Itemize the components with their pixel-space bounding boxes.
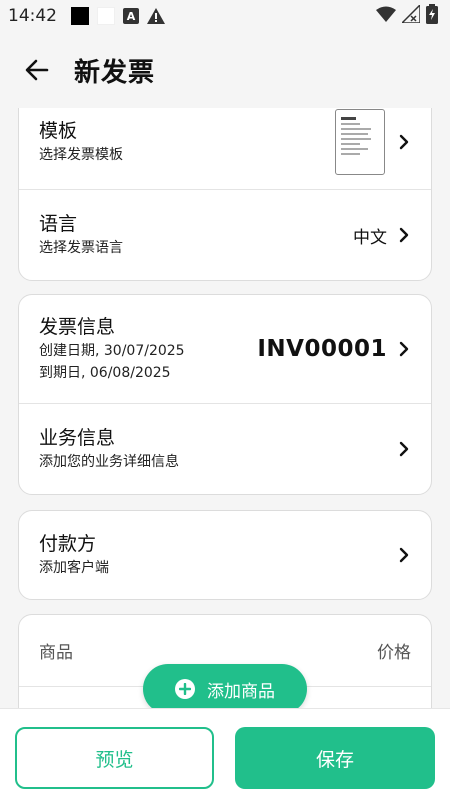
template-row[interactable]: 模板 选择发票模板 bbox=[19, 108, 431, 190]
payer-subtitle: 添加客户端 bbox=[39, 560, 109, 576]
business-info-title: 业务信息 bbox=[39, 427, 116, 449]
language-subtitle: 选择发票语言 bbox=[39, 240, 123, 256]
template-subtitle: 选择发票模板 bbox=[39, 147, 123, 163]
created-date: 创建日期, 30/07/2025 bbox=[39, 343, 185, 359]
chevron-right-icon bbox=[397, 339, 411, 359]
arrow-back-icon bbox=[25, 59, 49, 81]
invoice-card: 发票信息 创建日期, 30/07/2025 到期日, 06/08/2025 IN… bbox=[18, 294, 432, 495]
invoice-number: INV00001 bbox=[257, 336, 387, 362]
battery-charging-icon bbox=[426, 3, 438, 29]
status-time: 14:42 bbox=[8, 6, 57, 26]
business-info-subtitle: 添加您的业务详细信息 bbox=[39, 454, 179, 470]
form-content[interactable]: 模板 选择发票模板 语言 选择发票语言 中文 发票信息 创建日期, 30/07/… bbox=[0, 108, 450, 708]
chevron-right-icon bbox=[397, 545, 411, 565]
template-thumbnail bbox=[335, 109, 385, 175]
no-signal-icon bbox=[400, 2, 421, 28]
back-button[interactable] bbox=[20, 53, 54, 87]
wifi-icon bbox=[376, 6, 396, 27]
template-card: 模板 选择发票模板 语言 选择发票语言 中文 bbox=[18, 108, 432, 281]
warning-icon bbox=[147, 8, 165, 24]
column-product: 商品 bbox=[39, 643, 73, 663]
add-product-label: 添加商品 bbox=[207, 681, 275, 702]
page-title: 新发票 bbox=[74, 57, 156, 88]
invoice-info-row[interactable]: 发票信息 创建日期, 30/07/2025 到期日, 06/08/2025 IN… bbox=[19, 295, 431, 404]
app-bar: 新发票 bbox=[0, 32, 450, 108]
payer-row[interactable]: 付款方 添加客户端 bbox=[19, 511, 431, 599]
invoice-info-title: 发票信息 bbox=[39, 316, 116, 338]
language-value: 中文 bbox=[353, 227, 387, 248]
preview-button[interactable]: 预览 bbox=[15, 727, 214, 789]
column-price: 价格 bbox=[377, 643, 411, 663]
plus-circle-icon bbox=[175, 679, 195, 699]
add-product-button[interactable]: 添加商品 bbox=[143, 664, 307, 714]
due-date: 到期日, 06/08/2025 bbox=[39, 365, 171, 381]
payer-title: 付款方 bbox=[39, 533, 97, 555]
payer-card: 付款方 添加客户端 bbox=[18, 510, 432, 600]
status-bar: 14:42 A bbox=[0, 0, 450, 32]
bottom-action-bar: 预览 保存 bbox=[0, 708, 450, 800]
chevron-right-icon bbox=[397, 225, 411, 245]
chevron-right-icon bbox=[397, 439, 411, 459]
white-square-icon bbox=[97, 7, 115, 25]
black-square-icon bbox=[71, 7, 89, 25]
language-title: 语言 bbox=[39, 213, 78, 235]
chevron-right-icon bbox=[397, 132, 411, 152]
a-box-icon: A bbox=[123, 8, 139, 24]
business-info-row[interactable]: 业务信息 添加您的业务详细信息 bbox=[19, 404, 431, 494]
template-title: 模板 bbox=[39, 120, 78, 142]
language-row[interactable]: 语言 选择发票语言 中文 bbox=[19, 190, 431, 280]
save-button[interactable]: 保存 bbox=[235, 727, 435, 789]
